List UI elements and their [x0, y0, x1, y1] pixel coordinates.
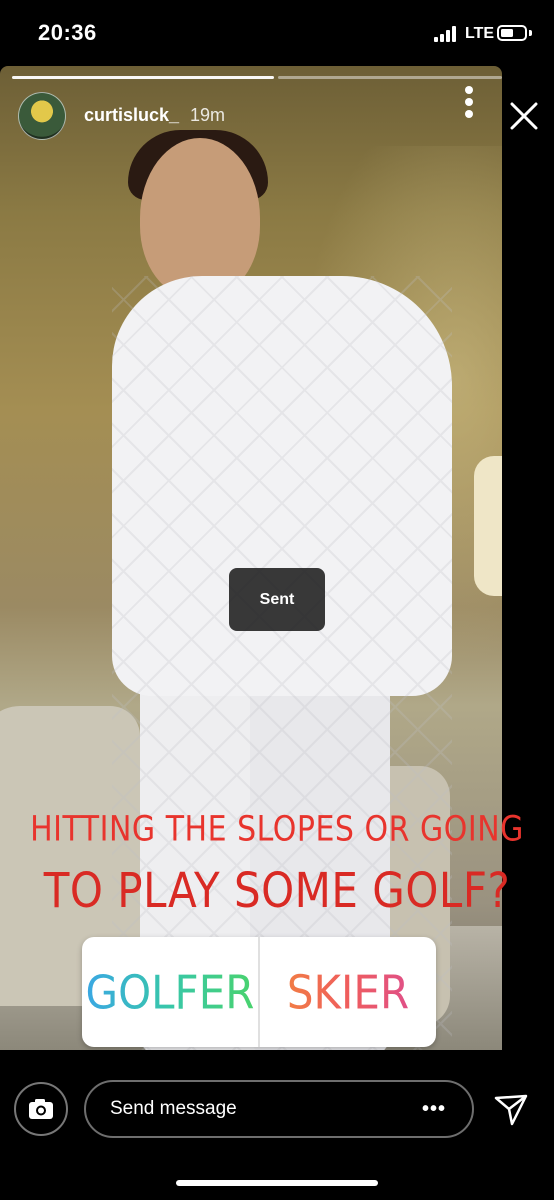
close-icon[interactable]	[506, 98, 542, 134]
paper-plane-icon[interactable]	[492, 1090, 530, 1128]
story-progress-segment-1	[12, 76, 274, 79]
story-time-ago: 19m	[190, 105, 226, 125]
sent-toast: Sent	[229, 568, 325, 631]
avatar[interactable]	[18, 92, 66, 140]
poll-option-golfer[interactable]: GOLFER	[82, 932, 258, 1053]
poll-sticker: GOLFER SKIER	[82, 937, 436, 1047]
battery-icon	[497, 25, 527, 41]
person-face	[140, 138, 260, 298]
question-text-line-2: TO PLAY SOME GOLF?	[43, 862, 511, 919]
battery-tip	[529, 30, 532, 36]
camera-icon	[29, 1099, 53, 1119]
status-time: 20:36	[38, 20, 97, 45]
question-text-line-1: HITTING THE SLOPES OR GOING	[30, 809, 524, 850]
message-options-button[interactable]: •••	[422, 1099, 446, 1119]
more-vertical-icon[interactable]	[462, 86, 476, 120]
home-indicator[interactable]	[176, 1180, 378, 1186]
username[interactable]: curtisluck_	[84, 105, 179, 126]
poll-option-skier[interactable]: SKIER	[260, 932, 436, 1053]
signal-icon	[434, 26, 460, 42]
network-type: LTE	[465, 25, 495, 42]
story-progress-segment-2	[278, 76, 502, 79]
send-message-placeholder: Send message	[110, 1098, 237, 1119]
lamp	[474, 456, 502, 596]
status-bar: 20:36 LTE	[0, 0, 554, 64]
camera-button[interactable]	[14, 1082, 68, 1136]
